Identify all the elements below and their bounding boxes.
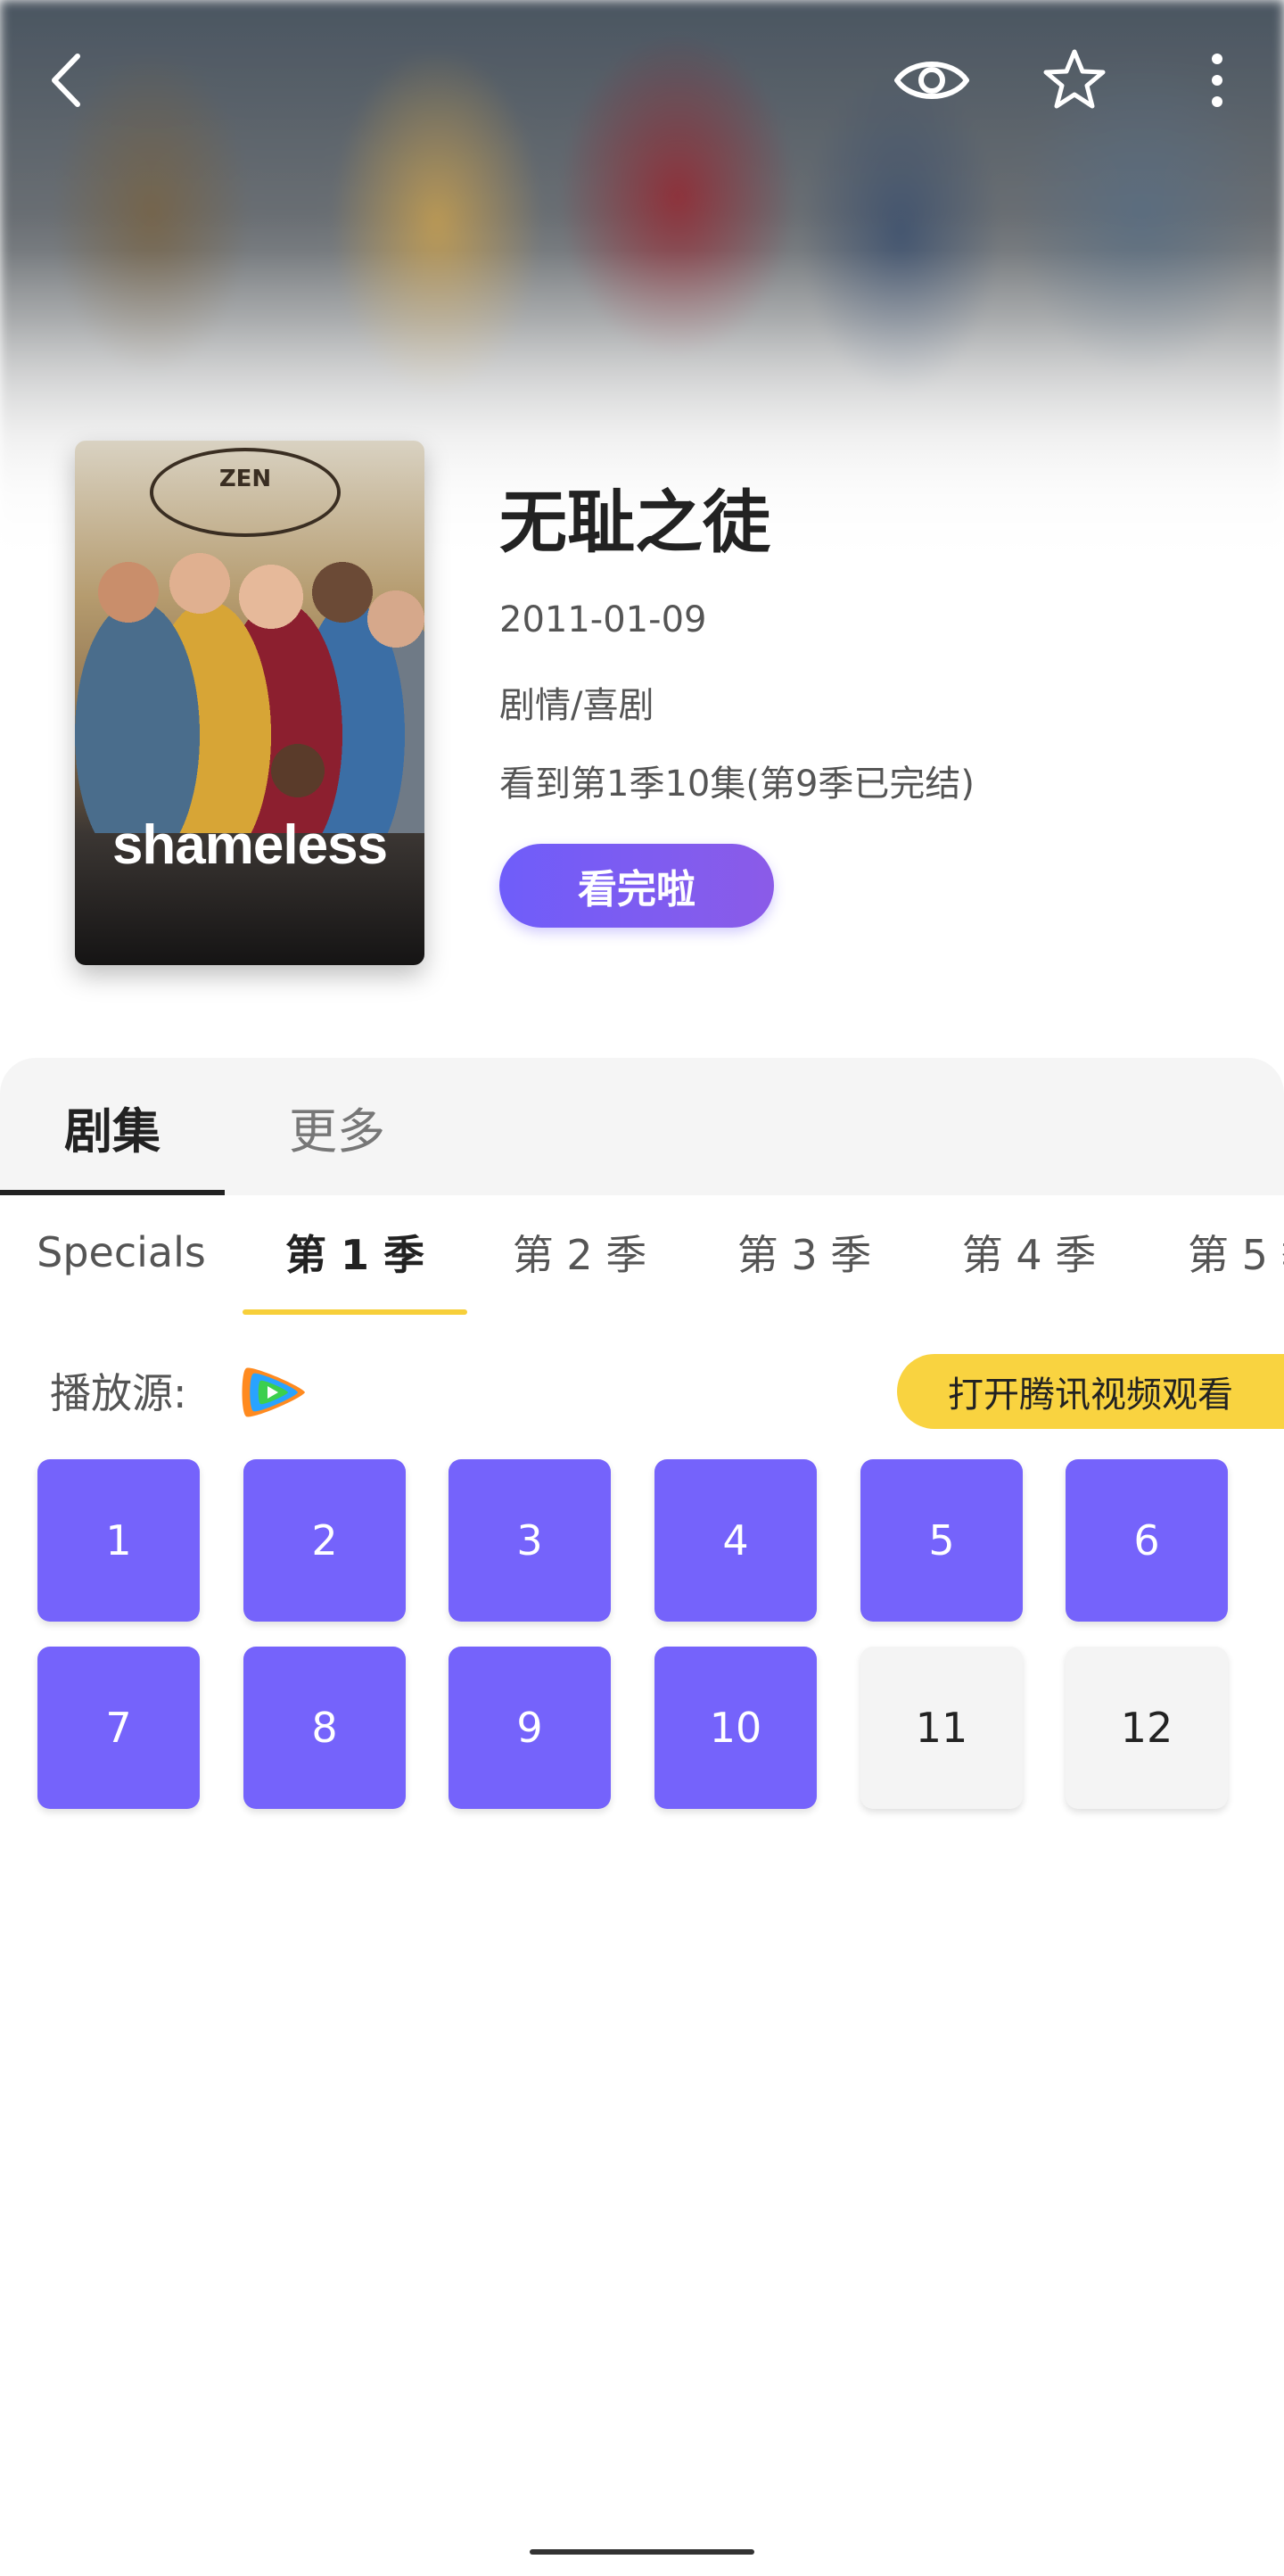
- play-source-label: 播放源:: [50, 1369, 187, 1417]
- season-tab-indicator: [243, 1309, 467, 1315]
- favorite-button[interactable]: [1030, 36, 1119, 125]
- tab-season-2[interactable]: 第 2 季: [467, 1195, 692, 1309]
- tencent-video-icon[interactable]: [239, 1363, 310, 1422]
- tab-episodes[interactable]: 剧集: [0, 1058, 225, 1195]
- chevron-left-icon: [52, 54, 80, 107]
- episode-button-9[interactable]: 9: [449, 1647, 611, 1809]
- episode-button-7[interactable]: 7: [37, 1647, 200, 1809]
- episode-button-12[interactable]: 12: [1066, 1647, 1228, 1809]
- tab-season-specials[interactable]: Specials: [20, 1195, 223, 1309]
- episode-button-4[interactable]: 4: [654, 1459, 817, 1622]
- tab-season-1[interactable]: 第 1 季: [243, 1195, 467, 1309]
- season-tab-bar[interactable]: Specials 第 1 季 第 2 季 第 3 季 第 4 季 第 5 季: [0, 1195, 1284, 1309]
- episode-button-3[interactable]: 3: [449, 1459, 611, 1622]
- open-tencent-video-button[interactable]: 打开腾讯视频观看: [897, 1354, 1284, 1429]
- watch-toggle-button[interactable]: [887, 36, 976, 125]
- tab-more[interactable]: 更多: [225, 1058, 449, 1195]
- poster-artwork: [75, 512, 424, 833]
- episode-button-8[interactable]: 8: [243, 1647, 406, 1809]
- eye-icon: [894, 62, 969, 99]
- home-indicator[interactable]: [530, 2549, 754, 2555]
- episode-button-10[interactable]: 10: [654, 1647, 817, 1809]
- release-date: 2011-01-09: [499, 599, 707, 640]
- watch-progress: 看到第1季10集(第9季已完结): [499, 764, 975, 805]
- star-icon: [1043, 49, 1106, 109]
- show-title: 无耻之徒: [499, 483, 770, 562]
- back-button[interactable]: [22, 36, 111, 125]
- poster-sign: ZEN: [150, 448, 341, 537]
- tab-season-4[interactable]: 第 4 季: [917, 1195, 1141, 1309]
- more-options-button[interactable]: [1173, 36, 1262, 125]
- show-poster[interactable]: ZEN shameless: [75, 441, 424, 965]
- more-vertical-icon: [1212, 54, 1222, 107]
- episode-button-2[interactable]: 2: [243, 1459, 406, 1622]
- play-source-row: 播放源: 打开腾讯视频观看: [0, 1342, 1284, 1440]
- episode-button-1[interactable]: 1: [37, 1459, 200, 1622]
- top-bar: [0, 36, 1284, 143]
- episode-button-6[interactable]: 6: [1066, 1459, 1228, 1622]
- main-tab-bar: 剧集 更多: [0, 1058, 1284, 1195]
- tab-season-3[interactable]: 第 3 季: [692, 1195, 917, 1309]
- episode-button-11[interactable]: 11: [860, 1647, 1023, 1809]
- genre-label: 剧情/喜剧: [499, 685, 654, 726]
- content-card: 剧集 更多 Specials 第 1 季 第 2 季 第 3 季 第 4 季 第…: [0, 1058, 1284, 2576]
- finished-watching-button[interactable]: 看完啦: [499, 844, 774, 928]
- poster-logo-text: shameless: [111, 814, 388, 876]
- episode-button-5[interactable]: 5: [860, 1459, 1023, 1622]
- tab-season-5[interactable]: 第 5 季: [1141, 1195, 1284, 1309]
